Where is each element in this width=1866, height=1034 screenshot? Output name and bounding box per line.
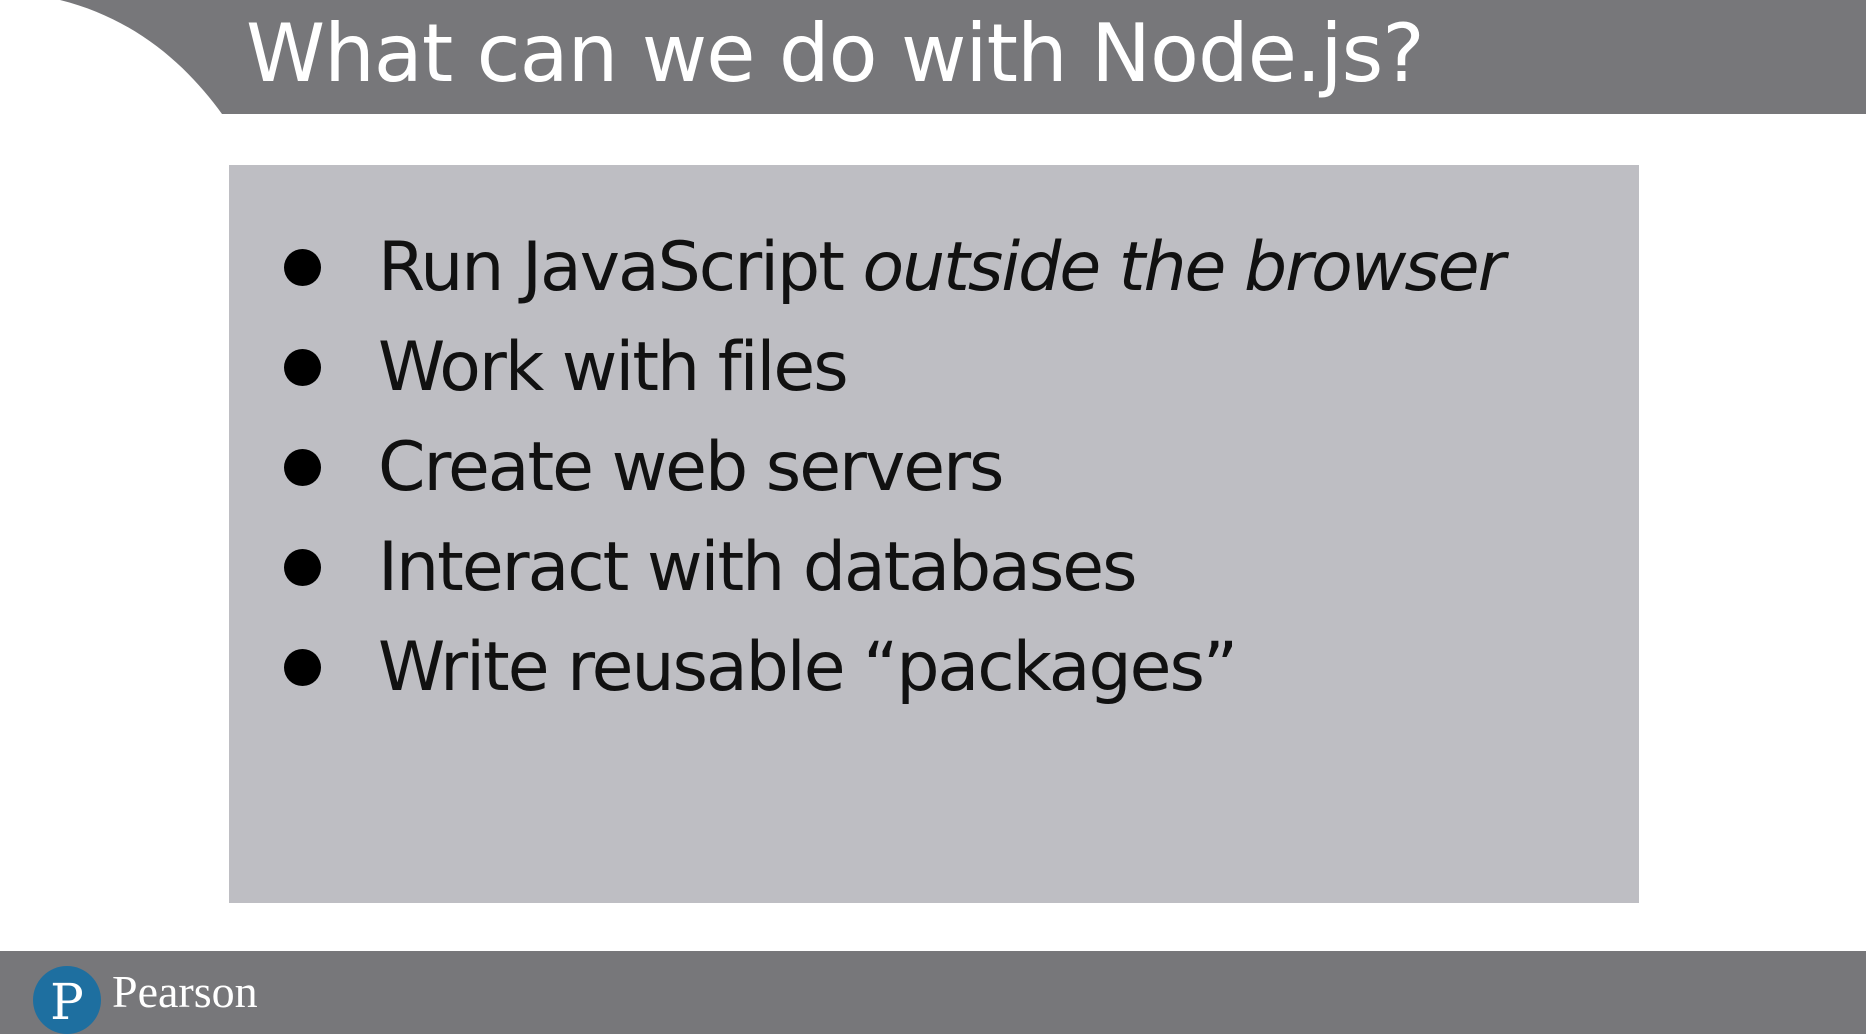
content-box: Run JavaScript outside the browser Work … [229,165,1639,903]
slide-title: What can we do with Node.js? [246,7,1425,100]
bullet-item: Work with files [229,317,1504,417]
bullet-icon [284,248,321,286]
pearson-logo-letter: P [50,973,84,1031]
bullet-item: Write reusable “packages” [229,617,1504,717]
footer-bar: P Pearson [0,951,1866,1034]
bullet-icon [284,348,321,386]
brand-name: Pearson [112,966,258,1017]
bullet-text: Write reusable “packages” [378,627,1238,707]
bullet-item: Run JavaScript outside the browser [229,217,1506,317]
bullet-item: Create web servers [229,417,1504,517]
bullet-icon [284,448,321,486]
pearson-logo-icon: P [33,966,101,1034]
bullet-plain-text: Run JavaScript [378,227,863,307]
header-bar: What can we do with Node.js? [0,0,1866,114]
bullet-icon [284,548,321,586]
bullet-emphasis-text: outside the browser [862,227,1505,307]
bullet-list: Run JavaScript outside the browser Work … [229,217,1506,717]
bullet-text: Run JavaScript outside the browser [378,227,1506,307]
bullet-text: Interact with databases [378,527,1138,607]
bullet-icon [284,648,321,686]
bullet-text: Work with files [378,327,849,407]
bullet-item: Interact with databases [229,517,1504,617]
header-curve-decoration [0,0,222,114]
bullet-text: Create web servers [378,427,1004,507]
